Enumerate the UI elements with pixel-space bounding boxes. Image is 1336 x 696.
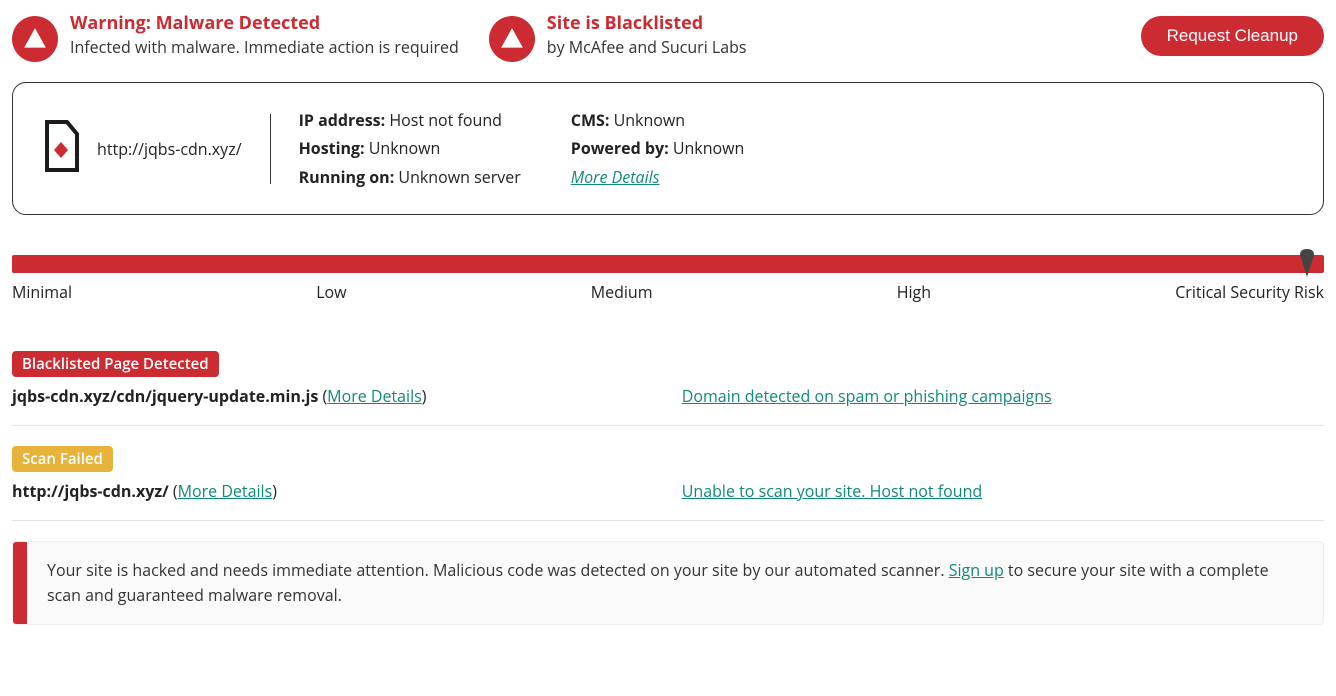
- risk-label-medium: Medium: [591, 281, 653, 303]
- warning-triangle-icon: [12, 16, 58, 62]
- risk-meter: [12, 255, 1324, 273]
- alert-subtitle: Infected with malware. Immediate action …: [70, 35, 459, 59]
- issue-message-link[interactable]: Domain detected on spam or phishing camp…: [682, 385, 1052, 407]
- risk-label-minimal: Minimal: [12, 281, 72, 303]
- notice-text: Your site is hacked and needs immediate …: [27, 542, 1323, 624]
- site-identity: http://jqbs-cdn.xyz/: [41, 114, 271, 184]
- risk-label-low: Low: [316, 281, 346, 303]
- detail-ip: IP address: Host not found: [299, 107, 521, 133]
- notice-accent-bar: [13, 542, 27, 624]
- hacked-notice: Your site is hacked and needs immediate …: [12, 541, 1324, 625]
- site-details: IP address: Host not found Hosting: Unkn…: [299, 107, 745, 190]
- issue-path: http://jqbs-cdn.xyz/: [12, 480, 169, 502]
- risk-label-critical: Critical Security Risk: [1175, 281, 1324, 303]
- sign-up-link[interactable]: Sign up: [949, 559, 1004, 581]
- alert-title: Site is Blacklisted: [547, 12, 747, 35]
- issue-message-link[interactable]: Unable to scan your site. Host not found: [682, 480, 982, 502]
- more-details-link[interactable]: More Details: [327, 385, 422, 407]
- risk-marker-icon: [1298, 249, 1316, 282]
- site-info-card: http://jqbs-cdn.xyz/ IP address: Host no…: [12, 82, 1324, 215]
- risk-bar-fill: [12, 255, 1324, 273]
- warning-triangle-icon: [489, 16, 535, 62]
- issue-blacklisted-page: Blacklisted Page Detected jqbs-cdn.xyz/c…: [12, 351, 1324, 426]
- alert-subtitle: by McAfee and Sucuri Labs: [547, 35, 747, 59]
- issue-scan-failed: Scan Failed http://jqbs-cdn.xyz/ (More D…: [12, 446, 1324, 521]
- infected-page-icon: [41, 120, 81, 177]
- detail-powered-by: Powered by: Unknown: [571, 135, 745, 161]
- more-details-link[interactable]: More Details: [571, 166, 660, 188]
- site-url: http://jqbs-cdn.xyz/: [97, 138, 242, 160]
- more-details-link[interactable]: More Details: [178, 480, 273, 502]
- risk-label-high: High: [897, 281, 931, 303]
- status-badge: Blacklisted Page Detected: [12, 351, 219, 377]
- alert-title: Warning: Malware Detected: [70, 12, 459, 35]
- issue-path: jqbs-cdn.xyz/cdn/jquery-update.min.js: [12, 385, 318, 407]
- detail-running-on: Running on: Unknown server: [299, 164, 521, 190]
- detail-cms: CMS: Unknown: [571, 107, 745, 133]
- request-cleanup-button[interactable]: Request Cleanup: [1141, 16, 1324, 56]
- alert-row: Warning: Malware Detected Infected with …: [12, 12, 1324, 82]
- alert-malware: Warning: Malware Detected Infected with …: [12, 12, 459, 62]
- alert-blacklist: Site is Blacklisted by McAfee and Sucuri…: [489, 12, 747, 62]
- risk-labels: Minimal Low Medium High Critical Securit…: [12, 281, 1324, 303]
- detail-hosting: Hosting: Unknown: [299, 135, 521, 161]
- status-badge: Scan Failed: [12, 446, 113, 472]
